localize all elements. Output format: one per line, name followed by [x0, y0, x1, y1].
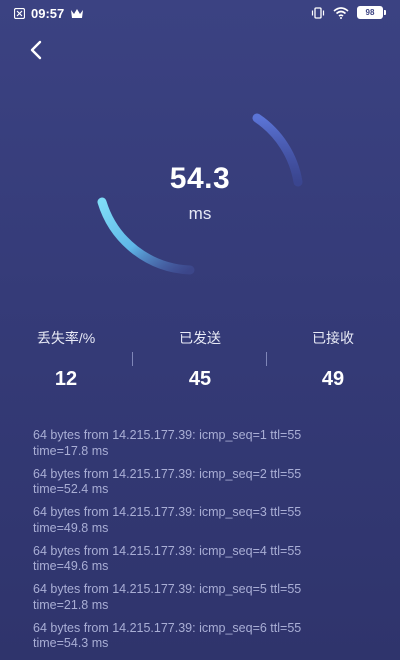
log-entry: 64 bytes from 14.215.177.39: icmp_seq=1 … [33, 428, 383, 459]
log-time: time=17.8 ms [33, 443, 109, 458]
stat-label: 已发送 [179, 330, 221, 346]
log-entry: 64 bytes from 14.215.177.39: icmp_seq=5 … [33, 582, 383, 613]
log-line: 64 bytes from 14.215.177.39: icmp_seq=2 … [33, 466, 302, 481]
log-line: 64 bytes from 14.215.177.39: icmp_seq=4 … [33, 543, 302, 558]
log-time: time=49.6 ms [33, 559, 109, 573]
stat-value: 45 [188, 368, 212, 390]
log-entry: 64 bytes from 14.215.177.39: icmp_seq=2 … [33, 467, 383, 498]
log-line: 64 bytes from 14.215.177.39: icmp_seq=3 … [33, 505, 302, 519]
stat-label: 已接收 [312, 330, 354, 346]
log-time: time=49.8 ms [33, 520, 109, 535]
log-time: time=54.3 ms [33, 636, 109, 650]
stats-row: 丢失率/% 12 已发送 45 已接收 49 [0, 328, 400, 398]
log-entry: 64 bytes from 14.215.177.39: icmp_seq=4 … [33, 544, 383, 575]
stat-loss-rate: 丢失率/% 12 [6, 328, 126, 391]
log-time: time=21.8 ms [33, 597, 109, 612]
stat-value: 12 [54, 368, 78, 390]
stat-label: 丢失率/% [36, 330, 96, 346]
ping-log: 64 bytes from 14.215.177.39: icmp_seq=1 … [33, 428, 383, 659]
stat-value: 49 [321, 368, 345, 390]
log-entry: 64 bytes from 14.215.177.39: icmp_seq=6 … [33, 621, 383, 652]
latency-value: 54.3 [169, 162, 231, 195]
divider [266, 352, 267, 366]
log-line: 64 bytes from 14.215.177.39: icmp_seq=1 … [33, 428, 302, 442]
log-entry: 64 bytes from 14.215.177.39: icmp_seq=3 … [33, 505, 383, 536]
latency-unit: ms [188, 204, 212, 223]
stat-received: 已接收 49 [273, 328, 393, 391]
divider [132, 352, 133, 366]
stat-sent: 已发送 45 [140, 328, 260, 391]
log-time: time=52.4 ms [33, 482, 109, 496]
log-line: 64 bytes from 14.215.177.39: icmp_seq=6 … [33, 620, 302, 635]
log-line: 64 bytes from 14.215.177.39: icmp_seq=5 … [33, 582, 302, 596]
